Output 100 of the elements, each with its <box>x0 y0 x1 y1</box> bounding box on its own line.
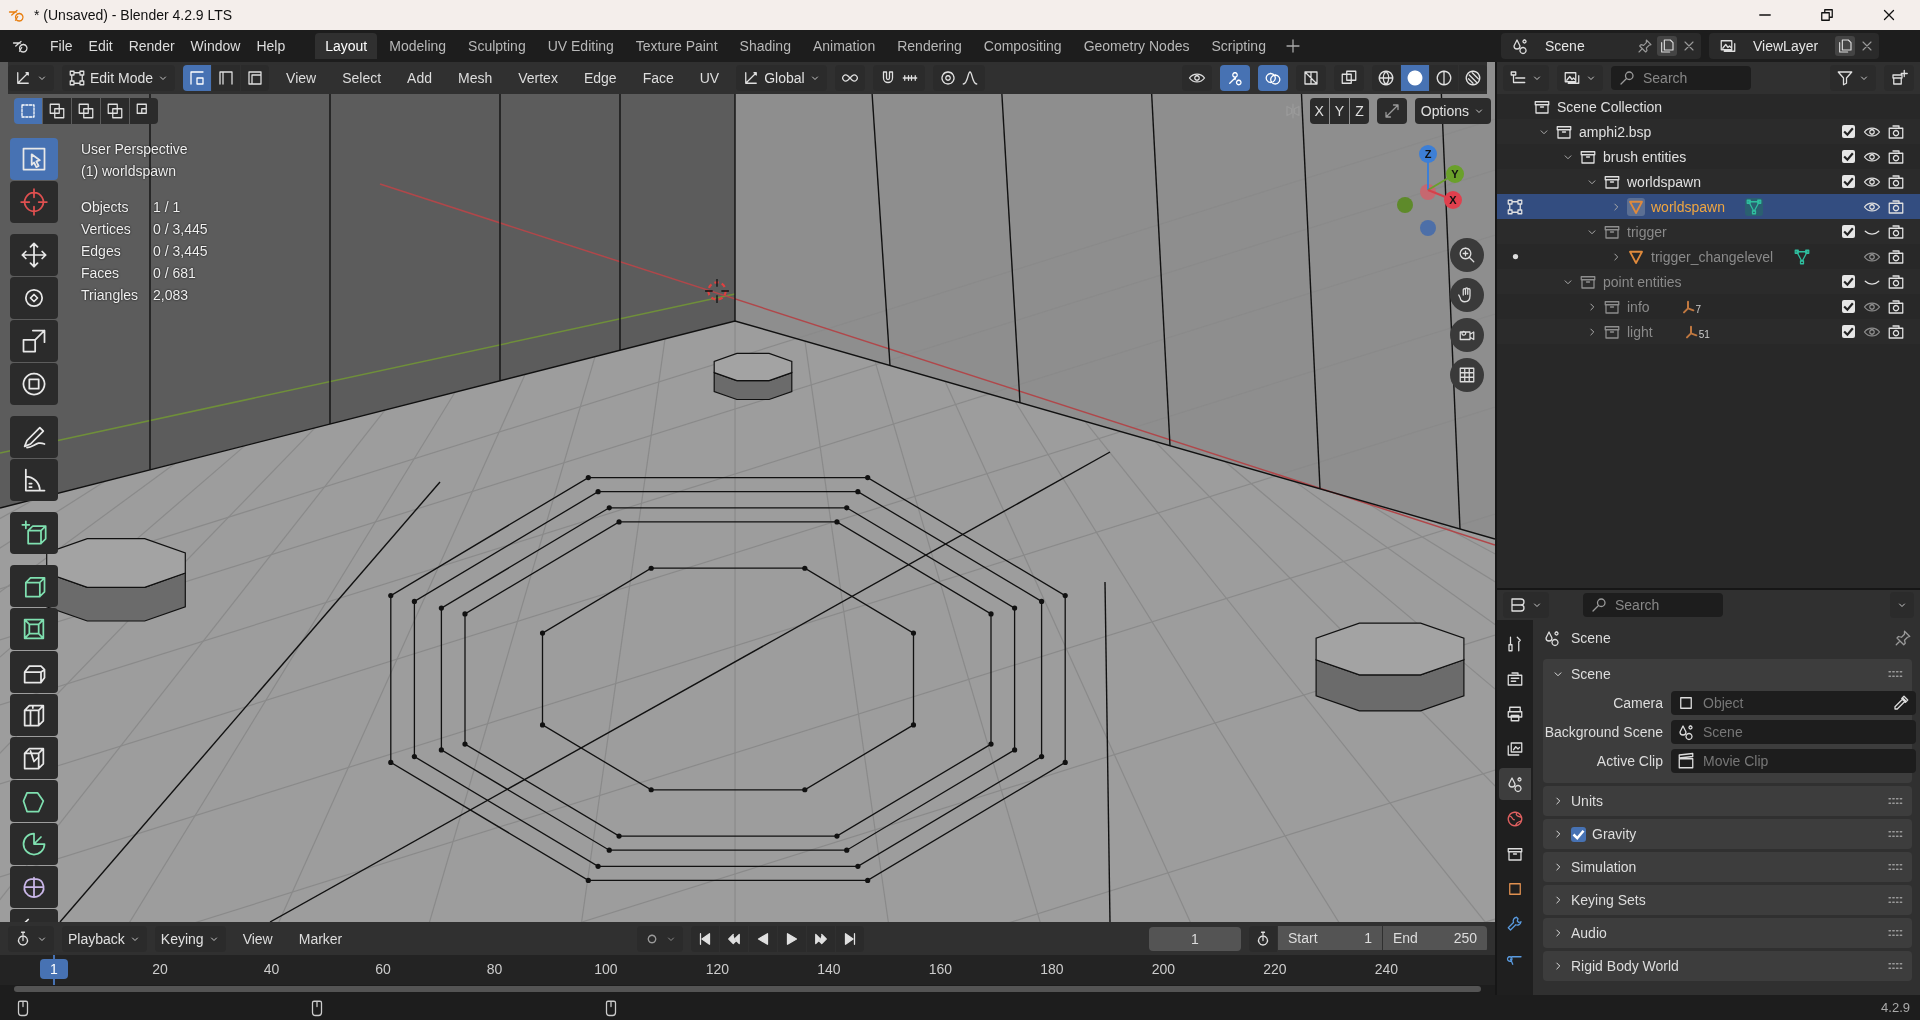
panel-title[interactable]: Units <box>1571 793 1603 809</box>
workspace-tab[interactable]: Sculpting <box>458 33 536 59</box>
item-name: light <box>1627 323 1653 340</box>
mirror-axis-toggle[interactable]: X <box>1309 98 1329 124</box>
item-name: amphi2.bsp <box>1579 123 1652 140</box>
outliner-row[interactable]: brush entities <box>1497 144 1920 169</box>
menu-dropdown[interactable]: Playback <box>62 925 147 952</box>
frame-number: 180 <box>1039 961 1065 977</box>
playhead-marker[interactable]: 1 <box>40 959 68 979</box>
stat-value: 0 / 3,445 <box>153 220 208 239</box>
frame-number: 20 <box>151 961 169 977</box>
menu-item[interactable]: View <box>277 70 326 86</box>
count-label: 51 <box>1698 328 1710 340</box>
stat-value: 0 / 681 <box>153 264 197 283</box>
start-frame-field[interactable]: Start 1 <box>1278 925 1382 950</box>
menu-item[interactable]: Render <box>120 38 183 54</box>
workspace-tab[interactable]: Scripting <box>1201 33 1276 59</box>
frame-number: 200 <box>1150 961 1177 977</box>
menu-item[interactable]: Face <box>633 70 683 86</box>
frame-number: 100 <box>593 961 619 977</box>
search-field[interactable]: Search <box>1611 66 1751 90</box>
stat-label: Triangles <box>81 286 140 305</box>
menu-item[interactable]: Window <box>182 38 249 54</box>
menu-item[interactable]: View <box>233 930 282 947</box>
end-frame-field[interactable]: End 250 <box>1383 925 1487 950</box>
outliner-row[interactable]: Scene Collection <box>1497 94 1920 119</box>
frame-number: 120 <box>704 961 731 977</box>
item-name: trigger <box>1627 223 1667 240</box>
workspace-tab[interactable]: Geometry Nodes <box>1073 33 1200 59</box>
menu-item[interactable]: Edit <box>80 38 121 54</box>
frame-number: 60 <box>374 961 392 977</box>
panel-title[interactable]: Simulation <box>1571 859 1637 875</box>
panel-title[interactable]: Scene <box>1571 666 1611 682</box>
mirror-axis-toggle[interactable]: Z <box>1350 98 1369 124</box>
menu-item[interactable]: Vertex <box>509 70 567 86</box>
panel-title[interactable]: Gravity <box>1592 826 1637 842</box>
mirror-axis-toggle[interactable]: Y <box>1329 98 1350 124</box>
item-name: brush entities <box>1603 148 1687 165</box>
item-name: worldspawn <box>1651 198 1725 215</box>
panel-title[interactable]: Keying Sets <box>1571 892 1646 908</box>
field-label: Camera <box>1612 695 1663 711</box>
axis-handle[interactable]: Y <box>1427 165 1464 191</box>
data-field[interactable]: Movie Clip <box>1671 749 1916 773</box>
window-title: * (Unsaved) - Blender 4.2.9 LTS <box>34 7 233 23</box>
version-label: 4.2.9 <box>1881 1000 1910 1015</box>
menu-item[interactable]: File <box>42 38 81 54</box>
axis-handle[interactable]: X <box>1427 189 1462 209</box>
stat-label: Faces <box>81 264 121 283</box>
menu-dropdown[interactable]: Keying <box>154 925 226 952</box>
stat-label: Objects <box>81 198 130 217</box>
panel-title[interactable]: Audio <box>1571 925 1607 941</box>
view-name: User Perspective <box>81 140 189 159</box>
current-frame-field[interactable]: 1 <box>1149 926 1241 951</box>
menu-item[interactable]: Help <box>248 38 294 54</box>
item-name: worldspawn <box>1627 173 1701 190</box>
workspace-tab[interactable]: Compositing <box>973 33 1072 59</box>
workspace-tab[interactable]: Rendering <box>887 33 972 59</box>
outliner-row[interactable]: info 7 <box>1497 294 1920 319</box>
search-field[interactable]: Search <box>1583 593 1723 617</box>
field-label: Background Scene <box>1543 724 1663 740</box>
options-dropdown[interactable]: Options <box>1414 98 1491 124</box>
item-name: trigger_changelevel <box>1651 248 1774 265</box>
menu-item[interactable]: UV <box>690 70 729 86</box>
outliner-row[interactable]: worldspawn <box>1497 194 1920 219</box>
count-label: 7 <box>1695 303 1702 315</box>
orientation-dropdown[interactable]: Global <box>736 65 827 91</box>
item-name: info <box>1627 298 1650 315</box>
child-count[interactable]: 7 <box>1679 298 1702 315</box>
stat-label: Vertices <box>81 220 132 239</box>
frame-number: 80 <box>485 961 504 977</box>
workspace-tab[interactable]: Animation <box>802 33 886 59</box>
menu-item[interactable]: Mesh <box>449 70 502 86</box>
item-name: point entities <box>1603 273 1682 290</box>
axis-handle[interactable]: Z <box>1419 145 1437 191</box>
workspace-tab[interactable]: UV Editing <box>537 33 624 59</box>
menu-item[interactable]: Select <box>333 70 391 86</box>
stat-value: 2,083 <box>153 286 190 305</box>
frame-number: 40 <box>262 961 281 977</box>
frame-number: 140 <box>816 961 842 977</box>
stat-value: 1 / 1 <box>153 198 182 217</box>
panel-title[interactable]: Rigid Body World <box>1571 958 1679 974</box>
mode-dropdown[interactable]: Edit Mode <box>62 65 176 91</box>
data-field[interactable]: Scene <box>1671 720 1916 744</box>
menu-item[interactable]: Add <box>398 70 441 86</box>
collection-name: Scene Collection <box>1557 98 1663 115</box>
menu-item[interactable]: Marker <box>289 930 352 947</box>
workspace-tab[interactable]: Modeling <box>379 33 457 59</box>
workspace-tab[interactable]: Shading <box>729 33 801 59</box>
menu-item[interactable]: Edge <box>574 70 626 86</box>
frame-number: 240 <box>1373 961 1400 977</box>
workspace-tab[interactable]: Texture Paint <box>625 33 728 59</box>
field-label: Active Clip <box>1595 753 1663 769</box>
outliner-row[interactable]: trigger_changelevel <box>1497 244 1920 269</box>
context-title: Scene <box>1571 630 1611 646</box>
frame-number: 160 <box>927 961 954 977</box>
workspace-tab[interactable]: Layout <box>315 33 378 59</box>
child-count[interactable]: 51 <box>1682 323 1710 340</box>
frame-number: 220 <box>1262 961 1288 977</box>
data-field[interactable]: Object <box>1671 691 1916 715</box>
stat-label: Edges <box>81 242 122 261</box>
